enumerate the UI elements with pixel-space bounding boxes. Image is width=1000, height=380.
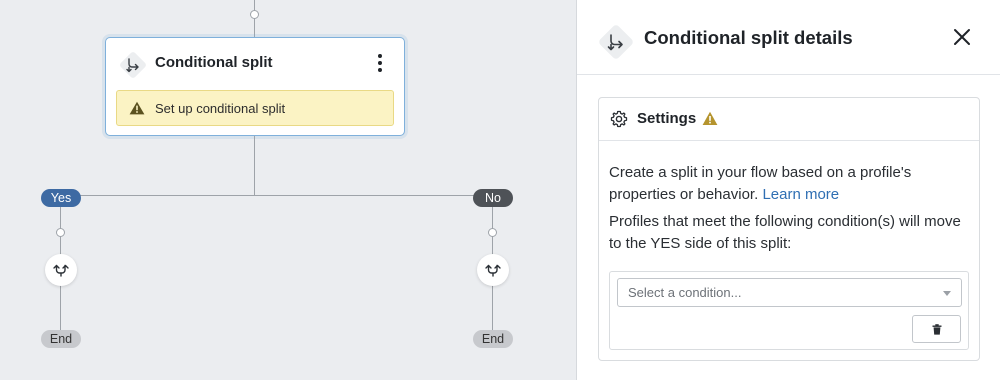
split-icon <box>599 25 633 59</box>
end-label-yes: End <box>41 330 81 348</box>
warning-text: Set up conditional split <box>155 100 286 116</box>
connector-dot <box>250 10 259 19</box>
panel-header: Conditional split details <box>577 0 1000 75</box>
add-step-button-no[interactable] <box>477 254 509 286</box>
delete-condition-button[interactable] <box>912 315 961 343</box>
split-icon <box>120 52 146 78</box>
warning-icon <box>702 111 718 125</box>
condition-select[interactable]: Select a condition... <box>617 278 962 307</box>
gear-icon <box>610 110 628 128</box>
connector-dot <box>488 228 497 237</box>
learn-more-link[interactable]: Learn more <box>762 186 839 203</box>
branch-horizontal-line <box>61 195 493 196</box>
condition-select-placeholder: Select a condition... <box>628 285 742 300</box>
no-branch-label: No <box>473 189 513 207</box>
add-step-button-yes[interactable] <box>45 254 77 286</box>
settings-description: Create a split in your flow based on a p… <box>609 162 974 205</box>
warning-icon <box>129 101 145 115</box>
conditional-split-node[interactable]: Conditional split Set up conditional spl… <box>105 37 405 136</box>
chevron-down-icon <box>943 291 951 296</box>
yes-branch-label: Yes <box>41 189 81 207</box>
flow-canvas[interactable]: Conditional split Set up conditional spl… <box>0 0 576 380</box>
connector-line <box>254 136 255 196</box>
description-text: Create a split in your flow based on a p… <box>609 164 912 203</box>
condition-intro-text: Profiles that meet the following conditi… <box>609 213 961 252</box>
more-options-icon[interactable] <box>370 52 390 74</box>
add-branch-icon <box>53 264 69 277</box>
trash-icon <box>932 323 941 335</box>
settings-card: Settings Create a split in your flow bas… <box>598 97 980 361</box>
settings-heading: Settings <box>637 110 697 127</box>
connector-dot <box>56 228 65 237</box>
condition-group: Select a condition... <box>609 271 969 350</box>
node-title: Conditional split <box>155 54 273 71</box>
settings-header[interactable]: Settings <box>599 98 979 141</box>
setup-warning-banner: Set up conditional split <box>116 90 394 126</box>
details-panel: Conditional split details Settings Creat… <box>576 0 1000 380</box>
add-branch-icon <box>485 264 501 277</box>
close-icon[interactable] <box>951 26 973 48</box>
panel-title: Conditional split details <box>644 27 853 48</box>
end-label-no: End <box>473 330 513 348</box>
